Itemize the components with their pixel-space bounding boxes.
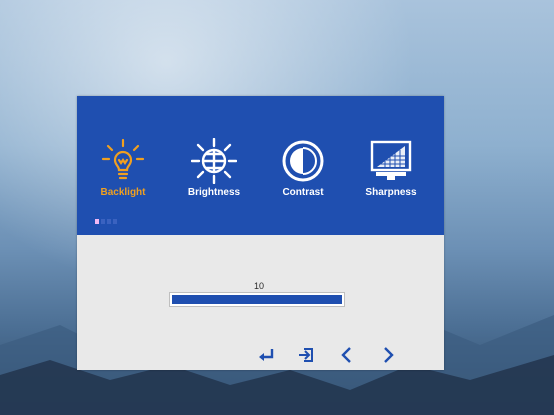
menu-label-contrast: Contrast — [282, 187, 324, 198]
chevron-right-icon — [384, 347, 394, 363]
menu-label-backlight: Backlight — [100, 187, 146, 198]
slider-value: 10 — [253, 281, 264, 291]
bulb-icon — [101, 138, 145, 180]
menu-item-brightness[interactable]: Brightness — [177, 138, 251, 210]
page-indicator — [95, 219, 117, 224]
slider-fill — [172, 295, 342, 304]
exit-icon — [299, 348, 313, 362]
page-dot — [95, 219, 99, 224]
backlight-slider[interactable] — [169, 292, 345, 307]
menu-label-brightness: Brightness — [187, 187, 241, 198]
menu-item-backlight[interactable]: Backlight — [86, 138, 160, 210]
contrast-icon — [282, 140, 324, 182]
monitor-icon — [370, 140, 412, 180]
menu-item-sharpness[interactable]: Sharpness — [354, 138, 428, 210]
menu-item-contrast[interactable]: Contrast — [266, 138, 340, 210]
enter-icon — [259, 349, 274, 361]
page-dot — [107, 219, 111, 224]
osd-header: Backlight Brightness Contrast Sharpness — [77, 96, 444, 235]
osd-menu-panel: Backlight Brightness Contrast Sharpness … — [77, 96, 444, 370]
enter-button[interactable] — [255, 344, 277, 366]
page-dot — [101, 219, 105, 224]
page-dot — [113, 219, 117, 224]
menu-label-sharpness: Sharpness — [365, 187, 417, 198]
exit-button[interactable] — [295, 344, 317, 366]
sun-icon — [191, 138, 237, 184]
chevron-left-icon — [341, 347, 351, 363]
left-button[interactable] — [336, 344, 358, 366]
right-button[interactable] — [377, 344, 399, 366]
